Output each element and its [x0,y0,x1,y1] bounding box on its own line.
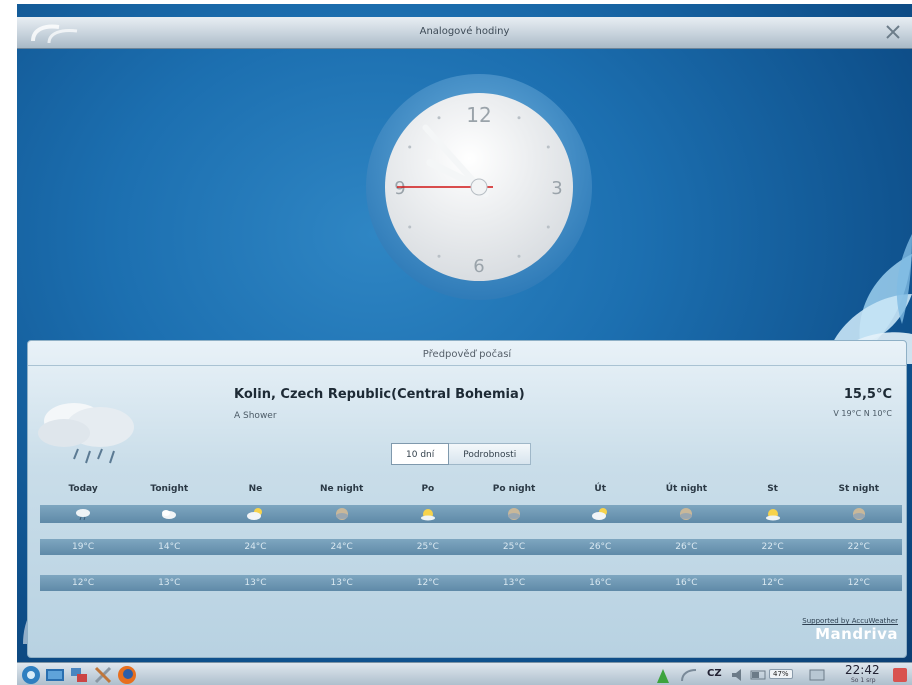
forecast-day: St [767,484,778,494]
analog-clock-window: Analogové hodiny 12 3 6 9 [17,17,912,347]
keyboard-layout-indicator[interactable]: CZ [707,668,722,679]
weather-forecast-window: Předpověď počasí Kolin, Czech Republic(C… [27,340,907,658]
volume-icon[interactable] [729,665,749,685]
analog-clock: 12 3 6 9 [366,74,592,300]
sun-cloud-icon [420,509,435,521]
location-name: Kolin, Czech Republic(Central Bohemia) [234,387,525,402]
clock-time[interactable]: 22:42 [845,663,880,677]
rain-cloud-icon [38,403,134,464]
forecast-table: Today Tonight Ne Ne night Po Po night Út… [40,479,902,591]
night-cloud-icon [335,508,348,520]
night-cloud-icon [680,508,693,520]
tick-mark [546,225,550,229]
forecast-day: Po [421,484,435,494]
high-temp: 25°C [502,542,526,552]
high-temp: 22°C [761,542,784,552]
high-low-temperature: V 19°C N 10°C [833,409,892,418]
forecast-day: Ne night [319,484,364,494]
forecast-day: Tonight [150,484,189,494]
forecast-icons-row [40,505,902,523]
clock-center-cap [470,178,488,196]
forecast-day: Today [68,484,98,494]
sun-cloud-icon [765,509,780,521]
settings-tools-icon[interactable] [93,665,113,685]
forecast-highs-row: 19°C 14°C 24°C 24°C 25°C 25°C 26°C 26°C … [40,539,902,555]
tick-mark [517,254,521,258]
partly-cloudy-icon [592,508,608,520]
tick-mark [546,145,550,149]
forecast-day: Út [594,484,607,494]
desktop-icon[interactable] [45,665,65,685]
tick-mark [408,225,412,229]
current-temperature: 15,5°C [843,387,892,402]
show-desktop-icon[interactable] [807,665,827,685]
battery-icon[interactable] [749,665,769,685]
forecast-day: Ne [248,484,263,494]
numeral-12: 12 [466,103,491,127]
current-condition: A Shower [234,411,277,421]
numeral-9: 9 [394,178,405,199]
low-temp: 16°C [675,578,698,588]
battery-percentage: 47% [769,669,793,679]
network-status-icon[interactable] [679,665,699,685]
forecast-day: Po night [492,484,536,494]
high-temp: 26°C [589,542,612,552]
night-cloud-icon [508,508,521,520]
numeral-6: 6 [473,256,484,277]
taskbar: CZ 47% 22:42 So 1 srp [17,662,912,685]
logout-icon[interactable] [890,665,910,685]
window-title: Analogové hodiny [419,26,510,37]
network-icon[interactable] [69,665,89,685]
night-cloud-icon [852,508,865,520]
cloud-icon [162,510,177,519]
high-temp: 24°C [330,542,353,552]
low-temp: 13°C [502,578,526,588]
forecast-lows-row: 12°C 13°C 13°C 13°C 12°C 13°C 16°C 16°C … [40,575,902,591]
accuweather-credit-link[interactable]: Supported by AccuWeather [802,617,898,625]
clock-date: So 1 srp [851,677,876,684]
high-temp: 25°C [416,542,439,552]
window-title: Předpověď počasí [422,349,512,360]
numeral-3: 3 [551,178,562,199]
forecast-day: Út night [665,484,708,494]
low-temp: 13°C [158,578,181,588]
low-temp: 12°C [847,578,870,588]
mandriva-logo: Mandriva [815,625,898,643]
title-divider [28,365,906,366]
high-temp: 19°C [71,542,95,552]
firefox-icon[interactable] [117,665,137,685]
high-temp: 22°C [847,542,870,552]
forecast-day: St night [838,484,880,494]
forecast-tabs: 10 dní Podrobnosti [391,443,532,465]
update-icon[interactable] [653,665,673,685]
low-temp: 13°C [244,578,267,588]
partly-cloudy-icon [247,508,263,520]
tick-mark [517,116,521,120]
close-icon[interactable] [884,23,902,41]
low-temp: 12°C [71,578,95,588]
tick-mark [437,116,441,120]
low-temp: 16°C [589,578,612,588]
window-titlebar[interactable]: Analogové hodiny [17,17,912,49]
tab-10-days[interactable]: 10 dní [391,443,450,465]
high-temp: 26°C [675,542,698,552]
rain-cloud-icon [76,509,91,521]
low-temp: 12°C [416,578,439,588]
tick-mark [408,145,412,149]
high-temp: 14°C [158,542,181,552]
high-temp: 24°C [244,542,267,552]
tick-mark [437,254,441,258]
tab-details[interactable]: Podrobnosti [449,443,532,465]
low-temp: 13°C [330,578,353,588]
start-menu-icon[interactable] [21,665,41,685]
forecast-days-row: Today Tonight Ne Ne night Po Po night Út… [40,479,902,499]
low-temp: 12°C [761,578,784,588]
